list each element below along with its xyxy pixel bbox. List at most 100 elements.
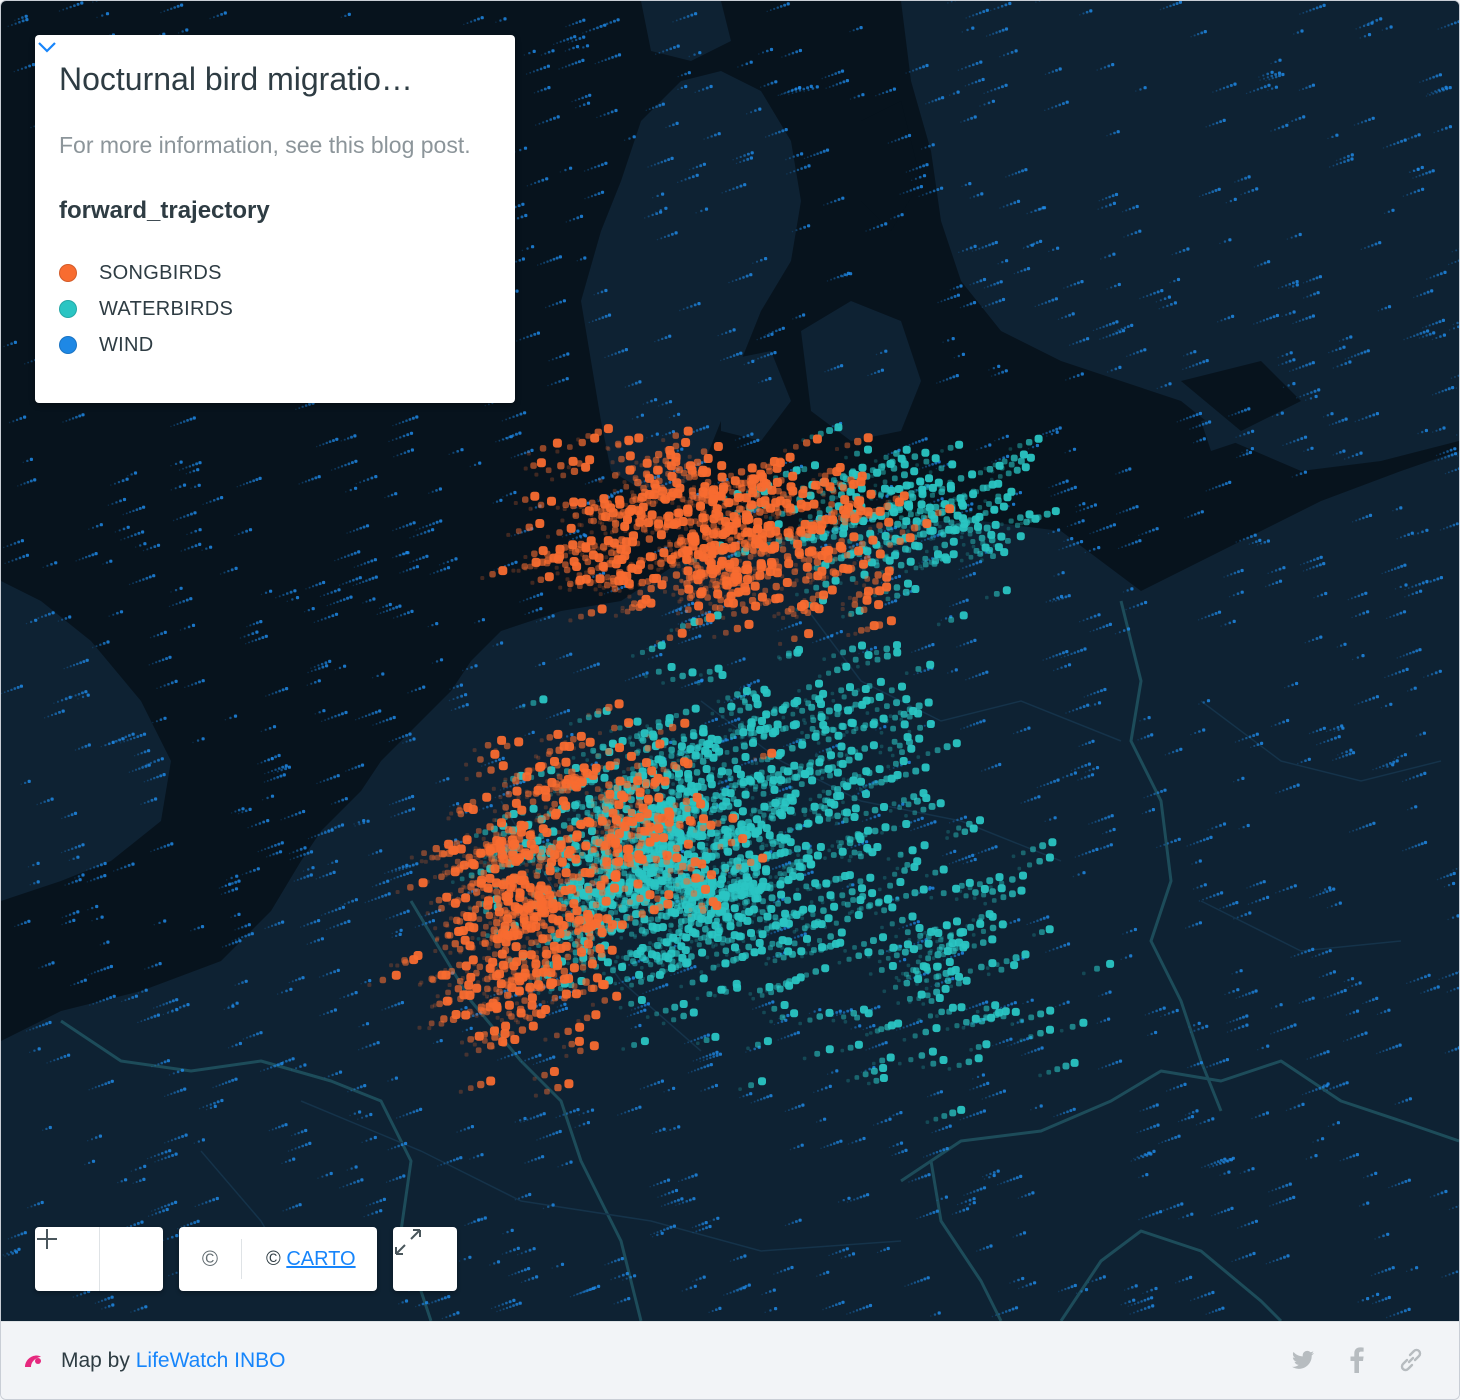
wind-particle	[8, 415, 27, 424]
wind-particle	[548, 352, 570, 362]
wind-particle	[236, 476, 262, 488]
wind-particle	[758, 47, 774, 55]
wind-particle	[230, 912, 241, 918]
wind-particle	[135, 542, 147, 548]
wind-particle	[1117, 539, 1142, 550]
wind-particle	[239, 630, 259, 639]
twitter-icon[interactable]	[1289, 1346, 1317, 1374]
wind-particle	[340, 12, 351, 18]
wind-particle	[523, 49, 536, 56]
songbird-trajectory	[523, 458, 546, 471]
wind-particle	[547, 377, 569, 387]
wind-particle	[469, 461, 482, 468]
wind-particle	[234, 923, 251, 931]
footer-bar: Map by LifeWatch INBO	[1, 1321, 1459, 1399]
wind-particle	[330, 797, 348, 805]
land-zealand	[801, 301, 921, 441]
wind-particle	[190, 483, 201, 489]
wind-particle	[224, 714, 238, 721]
wind-particle	[558, 58, 585, 70]
legend-item-label: SONGBIRDS	[99, 261, 222, 284]
wind-particle	[219, 566, 238, 575]
wind-particle	[22, 457, 33, 463]
wind-particle	[463, 16, 484, 26]
fullscreen-button[interactable]	[393, 1227, 457, 1291]
wind-particle	[179, 623, 196, 631]
zoom-in-button[interactable]	[37, 1227, 164, 1291]
wind-particle	[184, 679, 205, 688]
wind-particle	[409, 528, 435, 539]
map-canvas[interactable]: Nocturnal bird migratio… For more inform…	[1, 1, 1459, 1321]
wind-particle	[303, 607, 315, 613]
wind-particle	[1048, 479, 1069, 489]
wind-particle	[346, 524, 370, 534]
copyright-icon[interactable]: ©	[179, 1239, 242, 1279]
chevron-down-icon[interactable]	[35, 35, 59, 59]
wind-particle	[4, 553, 29, 564]
wind-particle	[409, 554, 429, 563]
legend-item-songbirds: SONGBIRDS	[59, 255, 491, 291]
wind-particle	[1116, 505, 1139, 515]
wind-particle	[875, 87, 896, 97]
wind-particle	[260, 725, 277, 733]
wind-particle	[152, 716, 167, 724]
wind-particle	[576, 256, 587, 262]
waterbird-trajectory	[928, 460, 957, 474]
wind-particle	[524, 607, 543, 615]
author-link[interactable]: LifeWatch INBO	[136, 1349, 286, 1372]
wind-particle	[310, 659, 332, 669]
wind-particle	[526, 177, 549, 187]
wind-particle	[1066, 519, 1085, 528]
wind-particle	[61, 910, 80, 919]
wind-particle	[565, 18, 586, 28]
wind-particle	[209, 11, 227, 20]
link-icon[interactable]	[1397, 1346, 1425, 1374]
wind-particle	[306, 679, 321, 686]
wind-particle	[246, 620, 263, 628]
wind-particle	[553, 35, 577, 45]
wind-particle	[431, 658, 444, 664]
wind-particle	[234, 528, 253, 537]
wind-particle	[596, 108, 618, 119]
wind-particle	[144, 962, 162, 970]
legend-item-wind: WIND	[59, 327, 491, 363]
attribution-prefix: ©	[266, 1247, 281, 1270]
land-funen	[721, 351, 791, 441]
wind-particle	[220, 887, 239, 895]
wind-particle	[177, 28, 189, 34]
wind-particle	[565, 214, 584, 223]
wind-particle	[61, 918, 76, 926]
wind-particle	[959, 301, 977, 309]
wind-particle	[108, 610, 124, 617]
wind-particle	[355, 709, 382, 721]
legend-attribute: forward_trajectory	[59, 197, 270, 224]
wind-particle	[280, 809, 306, 821]
wind-particle	[127, 471, 138, 477]
wind-particle	[516, 331, 540, 342]
wind-particle	[514, 146, 528, 153]
carto-link[interactable]: CARTO	[286, 1248, 355, 1270]
wind-particle	[150, 842, 174, 853]
facebook-icon[interactable]	[1343, 1346, 1371, 1374]
wind-particle	[429, 566, 451, 575]
wind-particle	[578, 44, 590, 50]
wind-particle	[88, 523, 103, 530]
wind-particle	[114, 525, 130, 533]
wind-dot	[59, 336, 77, 354]
wind-particle	[372, 715, 396, 726]
wind-particle	[826, 271, 850, 282]
wind-particle	[122, 505, 146, 516]
wind-particle	[172, 511, 197, 522]
waterbirds-dot	[59, 300, 77, 318]
wind-particle	[1064, 447, 1077, 454]
wind-particle	[96, 12, 110, 19]
wind-particle	[393, 448, 414, 458]
wind-particle	[760, 80, 778, 88]
wind-particle	[399, 565, 419, 574]
wind-particle	[821, 69, 845, 80]
wind-particle	[202, 496, 224, 505]
wind-particle	[128, 574, 156, 586]
wind-particle	[153, 919, 167, 926]
wind-particle	[86, 874, 107, 883]
wind-particle	[288, 846, 307, 855]
